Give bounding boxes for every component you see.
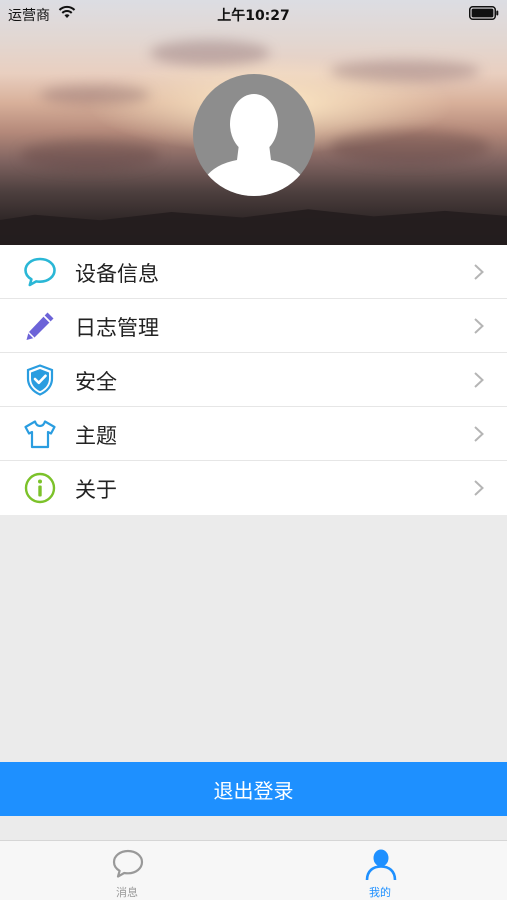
menu-item-label: 主题	[75, 424, 117, 448]
chevron-right-icon	[474, 372, 484, 388]
chevron-right-icon	[474, 318, 484, 334]
status-bar: 运营商 上午10:27	[0, 0, 507, 28]
speech-bubble-icon	[24, 257, 56, 287]
menu-item-label: 安全	[75, 370, 117, 394]
tab-label: 我的	[369, 886, 391, 899]
chevron-right-icon	[474, 264, 484, 280]
person-icon	[365, 849, 397, 881]
tab-messages[interactable]: 消息	[77, 841, 177, 900]
shield-check-icon	[26, 364, 54, 396]
logout-button[interactable]: 退出登录	[0, 762, 507, 816]
tab-label: 消息	[116, 886, 138, 899]
tshirt-icon	[24, 420, 56, 449]
speech-bubble-icon	[112, 849, 144, 878]
tab-mine[interactable]: 我的	[330, 841, 430, 900]
battery-icon	[469, 6, 499, 20]
mountain-ridge	[0, 209, 507, 245]
menu-item-device-info[interactable]: 设备信息	[0, 245, 507, 299]
menu-item-theme[interactable]: 主题	[0, 407, 507, 461]
menu-item-label: 日志管理	[75, 316, 159, 340]
chevron-right-icon	[474, 480, 484, 496]
settings-menu: 设备信息 日志管理 安全 主题 关于	[0, 245, 507, 515]
menu-item-log-management[interactable]: 日志管理	[0, 299, 507, 353]
menu-item-label: 关于	[75, 478, 117, 502]
menu-item-label: 设备信息	[75, 262, 159, 286]
status-time: 上午10:27	[217, 8, 290, 24]
menu-item-security[interactable]: 安全	[0, 353, 507, 407]
chevron-right-icon	[474, 426, 484, 442]
tab-bar: 消息 我的	[0, 840, 507, 900]
pencil-icon	[26, 312, 54, 340]
profile-avatar[interactable]	[193, 74, 315, 196]
default-avatar-icon	[205, 94, 303, 196]
info-icon	[24, 472, 56, 504]
menu-item-about[interactable]: 关于	[0, 461, 507, 515]
